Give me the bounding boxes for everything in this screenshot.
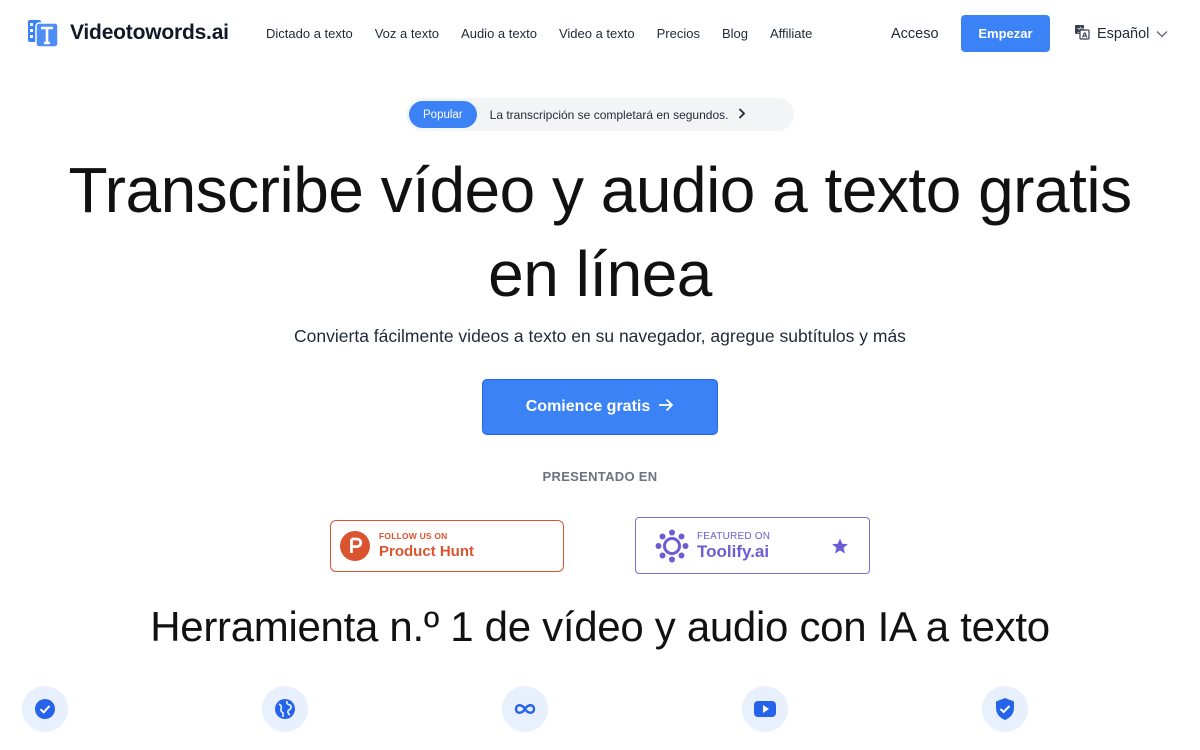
start-free-button[interactable]: Comience gratis: [482, 379, 718, 435]
product-hunt-icon: [340, 531, 370, 561]
logo-icon: [28, 17, 60, 49]
toolify-name: Toolify.ai: [697, 541, 770, 561]
login-link[interactable]: Acceso: [891, 26, 939, 42]
hero-title: Transcribe vídeo y audio a texto gratis …: [0, 148, 1200, 316]
toolify-logo-icon: [655, 529, 689, 563]
featured-label: PRESENTADO EN: [542, 469, 658, 484]
globe-icon: [262, 686, 308, 732]
arrow-right-icon: [658, 398, 674, 417]
product-hunt-badge[interactable]: FOLLOW US ON Product Hunt: [330, 520, 564, 572]
nav-audio-to-text[interactable]: Audio a texto: [461, 26, 537, 41]
brand-logo[interactable]: Videotowords.ai: [28, 17, 229, 49]
nav-pricing[interactable]: Precios: [657, 26, 700, 41]
brand-name: Videotowords.ai: [70, 21, 229, 44]
nav-video-to-text[interactable]: Video a texto: [559, 26, 635, 41]
shield-check-icon: [982, 686, 1028, 732]
chevron-right-icon: [738, 106, 746, 124]
main-nav: Dictado a texto Voz a texto Audio a text…: [266, 26, 834, 41]
popular-badge: Popular: [409, 101, 477, 128]
cta-label: Comience gratis: [525, 398, 651, 415]
star-icon: [831, 537, 849, 555]
toolify-small-text: FEATURED ON: [697, 530, 771, 542]
hero-title-line-2: en línea: [488, 238, 712, 310]
nav-affiliate[interactable]: Affiliate: [770, 26, 812, 41]
toolify-badge[interactable]: FEATURED ON Toolify.ai: [635, 517, 870, 574]
chevron-down-icon: [1156, 26, 1168, 42]
youtube-icon: [742, 686, 788, 732]
product-hunt-name: Product Hunt: [379, 543, 474, 560]
product-hunt-small-text: FOLLOW US ON: [379, 531, 448, 541]
start-button[interactable]: Empezar: [961, 15, 1050, 52]
section-title: Herramienta n.º 1 de vídeo y audio con I…: [150, 603, 1050, 650]
nav-voice-to-text[interactable]: Voz a texto: [375, 26, 439, 41]
announcement-pill[interactable]: Popular La transcripción se completará e…: [406, 98, 794, 131]
check-circle-icon: [22, 686, 68, 732]
svg-text:A: A: [1082, 32, 1088, 40]
hero-title-line-1: Transcribe vídeo y audio a texto gratis: [68, 154, 1132, 226]
hero-subtitle: Convierta fácilmente videos a texto en s…: [294, 326, 906, 346]
language-selector[interactable]: 文 A Español: [1074, 24, 1168, 44]
nav-dictation[interactable]: Dictado a texto: [266, 26, 353, 41]
site-header: Videotowords.ai Dictado a texto Voz a te…: [0, 0, 1200, 68]
infinity-icon: [502, 686, 548, 732]
language-label: Español: [1097, 26, 1150, 42]
translate-icon: 文 A: [1074, 24, 1090, 44]
announcement-text: La transcripción se completará en segund…: [489, 107, 729, 122]
nav-blog[interactable]: Blog: [722, 26, 748, 41]
